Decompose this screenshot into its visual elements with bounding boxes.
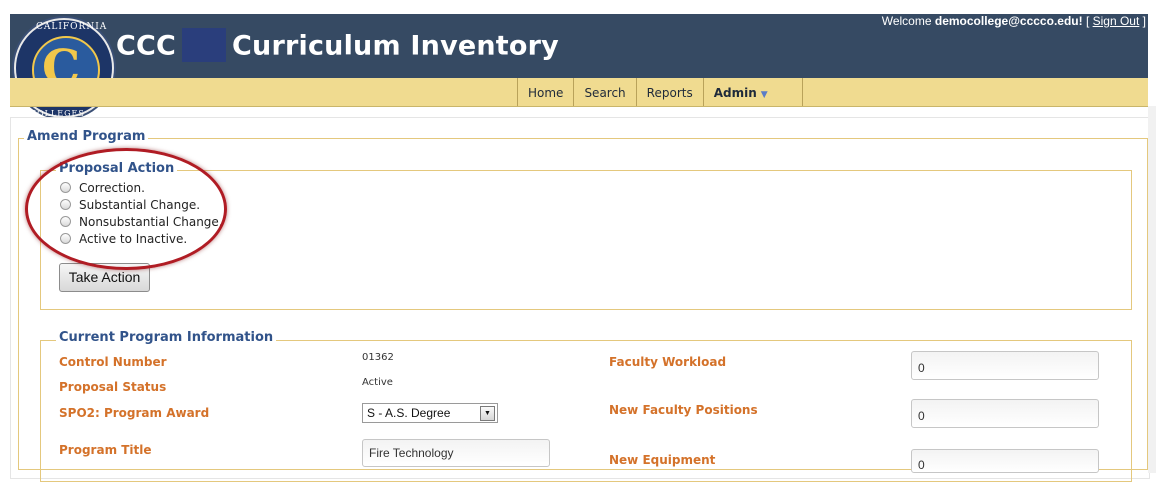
faculty-workload-label: Faculty Workload [609, 355, 727, 369]
faculty-workload-field[interactable]: 0 [911, 351, 1099, 380]
nav-home[interactable]: Home [518, 78, 575, 106]
title-prefix: CCC [116, 30, 177, 62]
nav-admin[interactable]: Admin ▼ [704, 78, 803, 106]
dropdown-arrow-icon[interactable]: ▼ [480, 406, 495, 421]
nav-reports[interactable]: Reports [637, 78, 704, 106]
signout-bracket-close: ] [1139, 14, 1146, 28]
app-title: CCC Curriculum Inventory [116, 28, 559, 64]
new-equipment-label: New Equipment [609, 453, 716, 467]
nav-admin-label: Admin [713, 86, 757, 100]
program-title-field[interactable]: Fire Technology [362, 439, 550, 467]
new-equipment-field[interactable]: 0 [911, 449, 1099, 473]
current-program-legend: Current Program Information [56, 330, 277, 345]
control-number-label: Control Number [59, 355, 167, 369]
logo-text-top: CALIFORNIA [36, 22, 108, 32]
user-email: democollege@cccco.edu! [934, 14, 1083, 28]
program-title-label: Program Title [59, 443, 152, 457]
redacted-block [182, 28, 227, 62]
program-award-value: S - A.S. Degree [367, 406, 451, 420]
nav-menu: Home Search Reports Admin ▼ [517, 78, 803, 106]
new-faculty-positions-field[interactable]: 0 [911, 399, 1099, 428]
signout-bracket-open: [ [1082, 14, 1093, 28]
page-scrollbar[interactable] [1148, 106, 1156, 473]
annotation-circle [25, 148, 227, 270]
top-strip [0, 0, 1156, 14]
nav-search[interactable]: Search [574, 78, 637, 106]
chevron-down-icon: ▼ [760, 90, 768, 100]
program-award-label: SPO2: Program Award [59, 406, 210, 420]
new-faculty-positions-label: New Faculty Positions [609, 403, 758, 417]
proposal-status-value: Active [362, 377, 393, 388]
proposal-status-label: Proposal Status [59, 380, 167, 394]
control-number-value: 01362 [362, 352, 394, 363]
welcome-banner: Welcome democollege@cccco.edu! [ Sign Ou… [882, 14, 1146, 28]
sign-out-link[interactable]: Sign Out [1093, 14, 1140, 28]
program-award-select[interactable]: S - A.S. Degree ▼ [362, 403, 498, 423]
welcome-text: Welcome [881, 14, 935, 28]
amend-program-legend: Amend Program [24, 129, 149, 144]
title-main: Curriculum Inventory [232, 30, 559, 62]
